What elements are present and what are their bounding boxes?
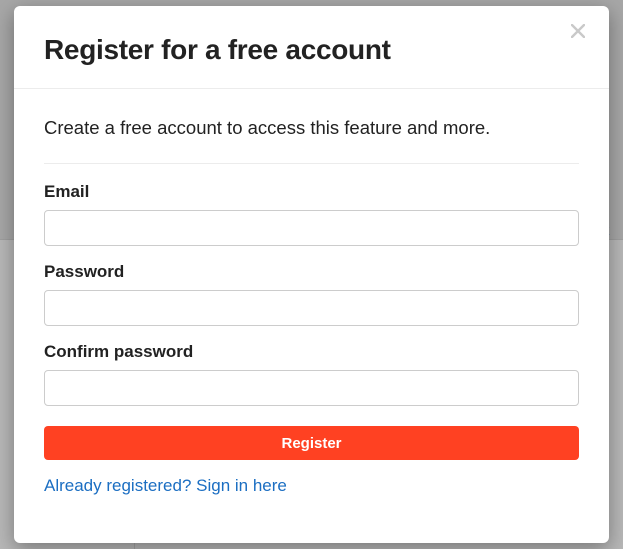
confirm-password-label: Confirm password [44,342,579,362]
email-group: Email [44,182,579,246]
signin-link[interactable]: Already registered? Sign in here [44,476,287,496]
confirm-password-field[interactable] [44,370,579,406]
modal-body: Create a free account to access this fea… [14,89,609,506]
email-label: Email [44,182,579,202]
divider [44,163,579,164]
register-button[interactable]: Register [44,426,579,460]
confirm-password-group: Confirm password [44,342,579,406]
close-icon [571,24,585,43]
modal-header: Register for a free account [14,6,609,89]
password-label: Password [44,262,579,282]
password-field[interactable] [44,290,579,326]
password-group: Password [44,262,579,326]
close-button[interactable] [565,20,591,46]
register-modal: Register for a free account Create a fre… [14,6,609,543]
modal-title: Register for a free account [44,34,579,66]
modal-subtitle: Create a free account to access this fea… [44,117,579,139]
email-field[interactable] [44,210,579,246]
